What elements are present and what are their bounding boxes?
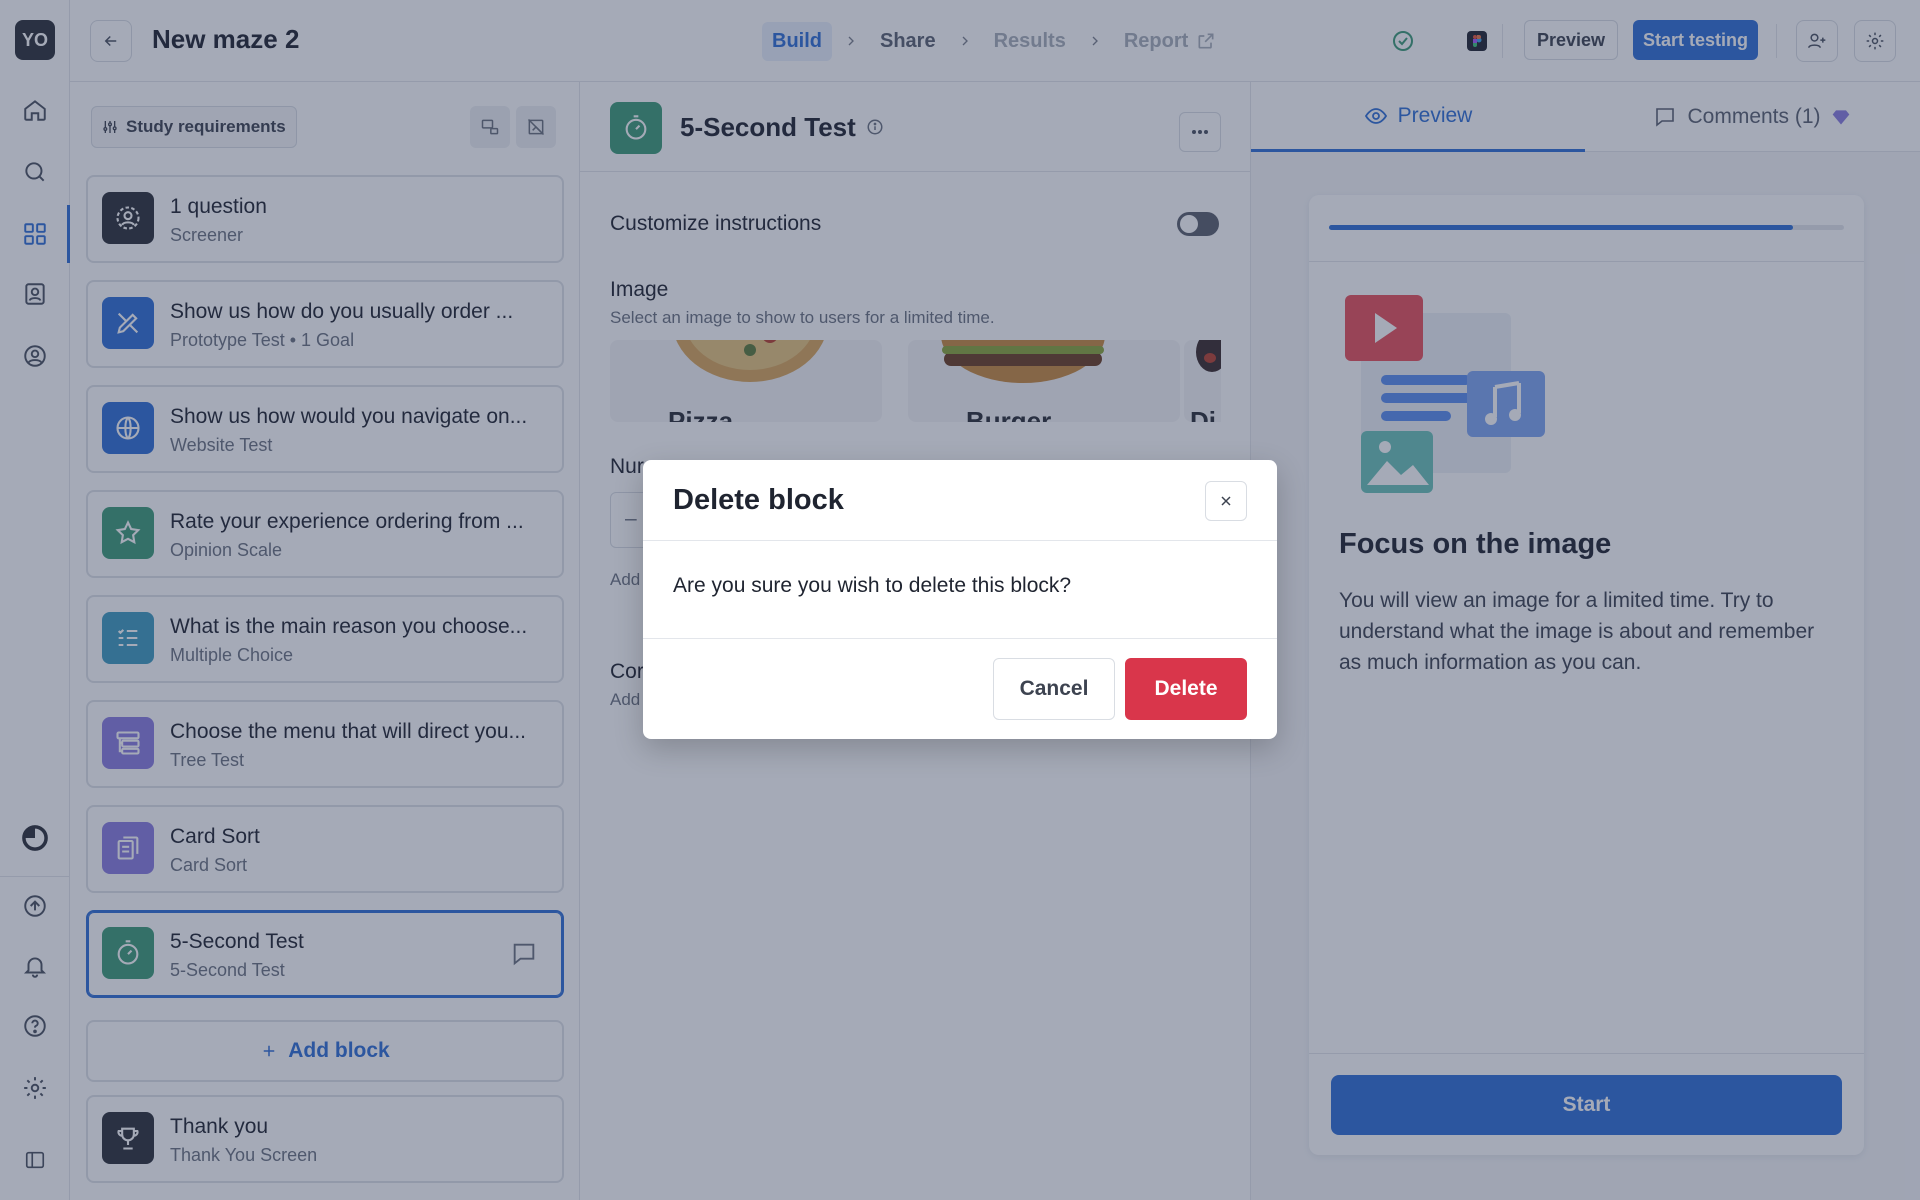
dialog-footer-divider [643,638,1277,639]
dialog-title: Delete block [673,484,844,516]
dialog-message: Are you sure you wish to delete this blo… [673,574,1072,597]
delete-button[interactable]: Delete [1125,658,1247,720]
cancel-button[interactable]: Cancel [993,658,1115,720]
dialog-header: Delete block [643,460,1277,541]
delete-block-dialog: Delete block Are you sure you wish to de… [643,460,1277,739]
close-button[interactable] [1205,481,1247,521]
close-icon [1221,496,1231,506]
